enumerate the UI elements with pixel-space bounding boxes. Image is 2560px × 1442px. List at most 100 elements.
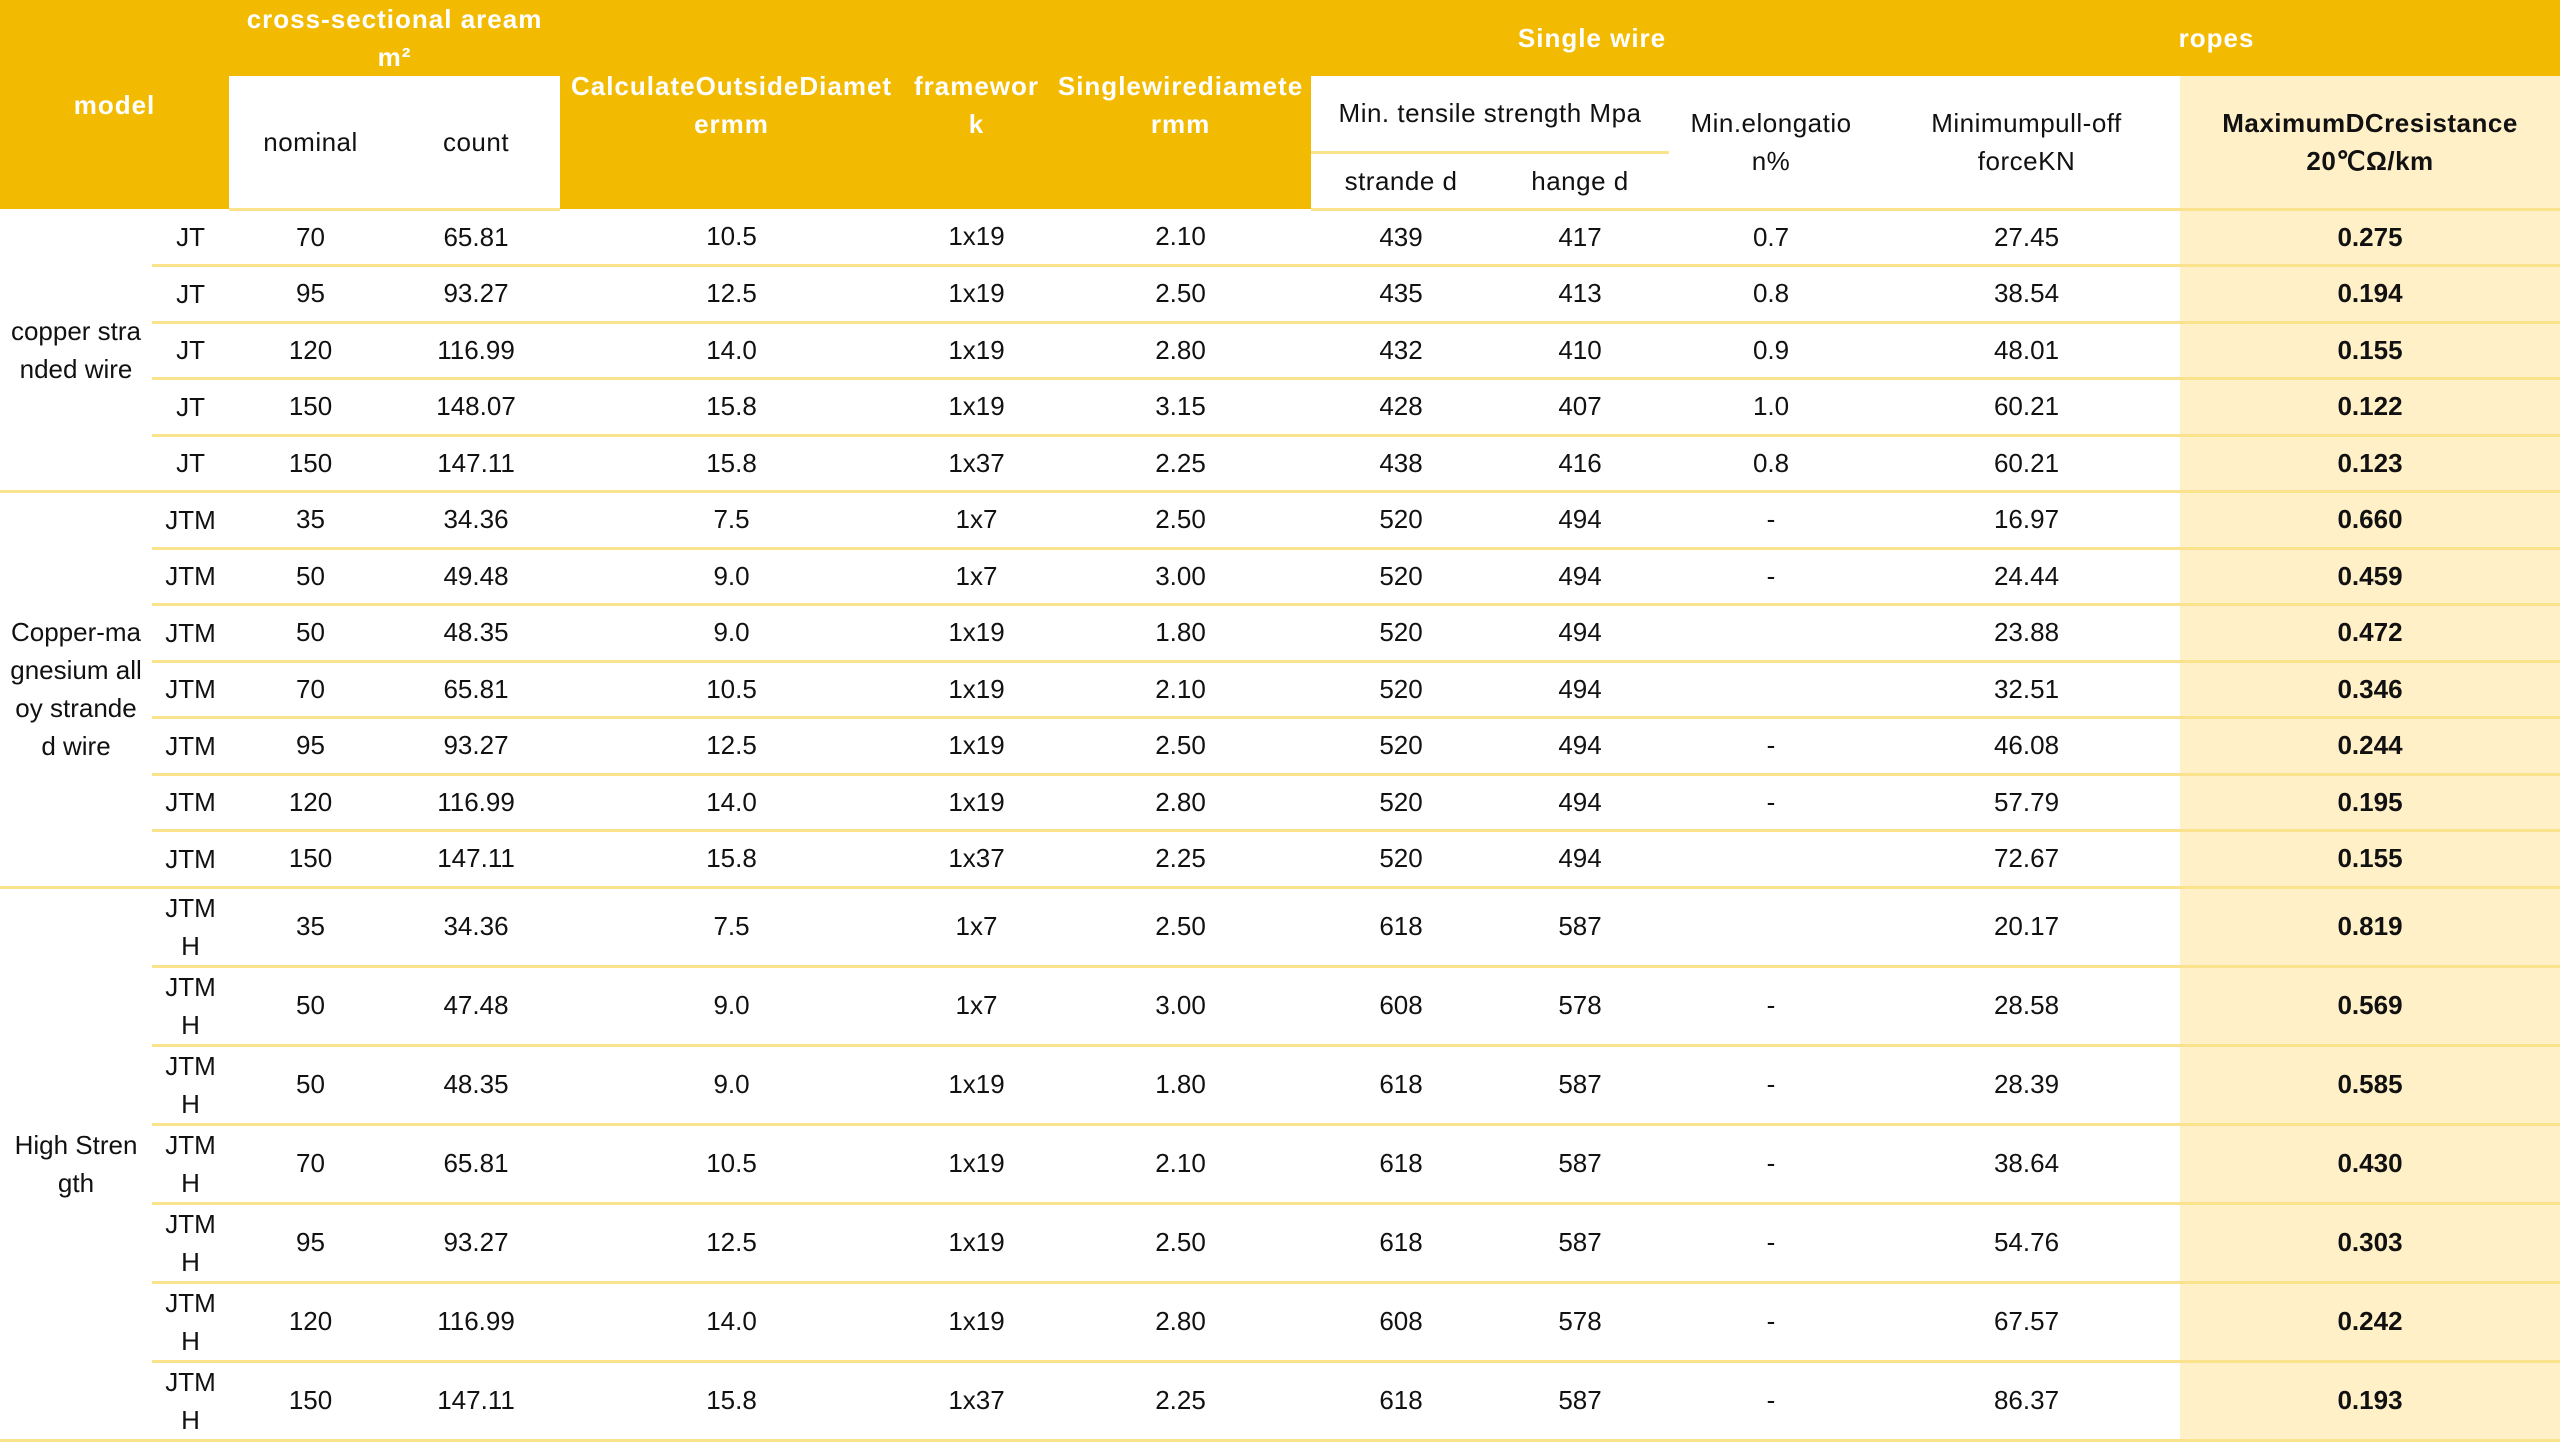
model-code: JTM — [165, 787, 216, 818]
cell-elongation — [1669, 661, 1874, 719]
cell-stranded: 618 — [1311, 1124, 1492, 1205]
cell-single-wire-diameter: 2.80 — [1050, 1282, 1312, 1363]
cell-single-wire-diameter: 2.10 — [1050, 209, 1312, 267]
cell-outside-diameter: 15.8 — [560, 435, 904, 493]
model-code: JTMH — [165, 1129, 216, 1198]
cell-pull-off: 27.45 — [1873, 209, 2181, 267]
cell-hanged: 578 — [1491, 1282, 1670, 1363]
cell-elongation: 0.8 — [1669, 265, 1874, 324]
model-code: JT — [176, 448, 205, 479]
table-row: JTMH 120 116.99 14.0 1x19 2.80 608 578-67.57 0.2… — [0, 1282, 2560, 1363]
cell-resistance: 0.303 — [2180, 1203, 2560, 1284]
model-code: JTM — [165, 843, 216, 874]
model-code: JTMH — [165, 1208, 216, 1277]
table-row: JTMH 95 93.27 12.5 1x19 2.50 618 587-54.76 0.303 — [0, 1203, 2560, 1284]
cell-stranded: 608 — [1311, 1282, 1492, 1363]
cell-outside-diameter: 14.0 — [560, 774, 904, 832]
cell-pull-off: 54.76 — [1873, 1203, 2181, 1284]
cell-stranded: 618 — [1311, 1203, 1492, 1284]
model-code: JTM — [165, 617, 216, 648]
cell-model: JTMH — [152, 1203, 230, 1284]
cell-single-wire-diameter: 2.80 — [1050, 774, 1312, 832]
cell-nominal: 95 — [229, 1203, 393, 1284]
table-body: copper stranded wire JT 70 65.81 10.5 1x19 2.1… — [0, 209, 2560, 1442]
cell-hanged: 494 — [1491, 491, 1670, 550]
cell-framework: 1x19 — [903, 717, 1051, 776]
cell-framework: 1x7 — [903, 548, 1051, 606]
cell-pull-off: 86.37 — [1873, 1361, 2181, 1442]
cell-resistance: 0.472 — [2180, 604, 2560, 663]
cell-count: 93.27 — [392, 717, 561, 776]
cell-stranded: 520 — [1311, 604, 1492, 663]
cell-hanged: 494 — [1491, 774, 1670, 832]
cell-outside-diameter: 9.0 — [560, 966, 904, 1047]
cell-framework: 1x37 — [903, 830, 1051, 889]
cell-pull-off: 20.17 — [1873, 887, 2181, 968]
table-row: JTM 50 49.48 9.0 1x7 3.00 520 494-24.44 0.459 — [0, 548, 2560, 606]
cell-count: 65.81 — [392, 1124, 561, 1205]
cell-elongation: - — [1669, 774, 1874, 832]
cell-stranded: 520 — [1311, 661, 1492, 719]
cell-framework: 1x7 — [903, 887, 1051, 968]
cell-single-wire-diameter: 2.80 — [1050, 322, 1312, 380]
cell-single-wire-diameter: 2.10 — [1050, 661, 1312, 719]
cell-model: JT — [152, 378, 230, 437]
cell-model: JTMH — [152, 1045, 230, 1126]
cell-nominal: 50 — [229, 604, 393, 663]
cell-stranded: 618 — [1311, 1045, 1492, 1126]
cell-model: JT — [152, 265, 230, 324]
cell-count: 93.27 — [392, 1203, 561, 1284]
cell-nominal: 35 — [229, 491, 393, 550]
cell-framework: 1x7 — [903, 491, 1051, 550]
cell-pull-off: 24.44 — [1873, 548, 2181, 606]
cell-elongation: - — [1669, 1203, 1874, 1284]
cell-nominal: 150 — [229, 1361, 393, 1442]
header-framework: framework — [903, 0, 1051, 209]
cell-pull-off: 60.21 — [1873, 435, 2181, 493]
cell-stranded: 618 — [1311, 1361, 1492, 1442]
cell-outside-diameter: 12.5 — [560, 1203, 904, 1284]
table-row: JTM 120 116.99 14.0 1x19 2.80 520 494-57.79 0.19… — [0, 774, 2560, 832]
cell-stranded: 432 — [1311, 322, 1492, 380]
cell-model: JTM — [152, 661, 230, 719]
cell-stranded: 439 — [1311, 209, 1492, 267]
cell-pull-off: 23.88 — [1873, 604, 2181, 663]
cell-single-wire-diameter: 2.50 — [1050, 717, 1312, 776]
cell-hanged: 494 — [1491, 717, 1670, 776]
cell-framework: 1x19 — [903, 1045, 1051, 1126]
cell-single-wire-diameter: 3.00 — [1050, 966, 1312, 1047]
table-row: JT 150 148.07 15.8 1x19 3.15 428 407 1.0 60.21 0.1… — [0, 378, 2560, 437]
cell-resistance: 0.194 — [2180, 265, 2560, 324]
table-row: JT 120 116.99 14.0 1x19 2.80 432 410 0.9 48.01 0.1… — [0, 322, 2560, 380]
cell-elongation: 1.0 — [1669, 378, 1874, 437]
cell-model: JTMH — [152, 1282, 230, 1363]
cell-model: JT — [152, 435, 230, 493]
cell-pull-off: 72.67 — [1873, 830, 2181, 889]
cell-single-wire-diameter: 3.15 — [1050, 378, 1312, 437]
cell-model: JT — [152, 322, 230, 380]
model-code: JTM — [165, 561, 216, 592]
cell-outside-diameter: 9.0 — [560, 548, 904, 606]
table-row: JTMH 50 48.35 9.0 1x19 1.80 618 587-28.39 0.585 — [0, 1045, 2560, 1126]
cell-count: 147.11 — [392, 1361, 561, 1442]
cell-outside-diameter: 7.5 — [560, 491, 904, 550]
cell-nominal: 150 — [229, 378, 393, 437]
cell-elongation: 0.7 — [1669, 209, 1874, 267]
cell-pull-off: 57.79 — [1873, 774, 2181, 832]
cell-count: 48.35 — [392, 604, 561, 663]
cell-pull-off: 67.57 — [1873, 1282, 2181, 1363]
cell-resistance: 0.819 — [2180, 887, 2560, 968]
cell-count: 34.36 — [392, 887, 561, 968]
cell-stranded: 428 — [1311, 378, 1492, 437]
cell-model: JTM — [152, 491, 230, 550]
cell-single-wire-diameter: 2.10 — [1050, 1124, 1312, 1205]
cell-count: 47.48 — [392, 966, 561, 1047]
cell-resistance: 0.122 — [2180, 378, 2560, 437]
cell-elongation — [1669, 830, 1874, 889]
cell-stranded: 520 — [1311, 548, 1492, 606]
table-row: JT 150 147.11 15.8 1x37 2.25 438 416 0.8 60.21 0.1… — [0, 435, 2560, 493]
cell-single-wire-diameter: 1.80 — [1050, 1045, 1312, 1126]
cell-hanged: 494 — [1491, 661, 1670, 719]
cell-resistance: 0.155 — [2180, 322, 2560, 380]
cell-framework: 1x19 — [903, 322, 1051, 380]
